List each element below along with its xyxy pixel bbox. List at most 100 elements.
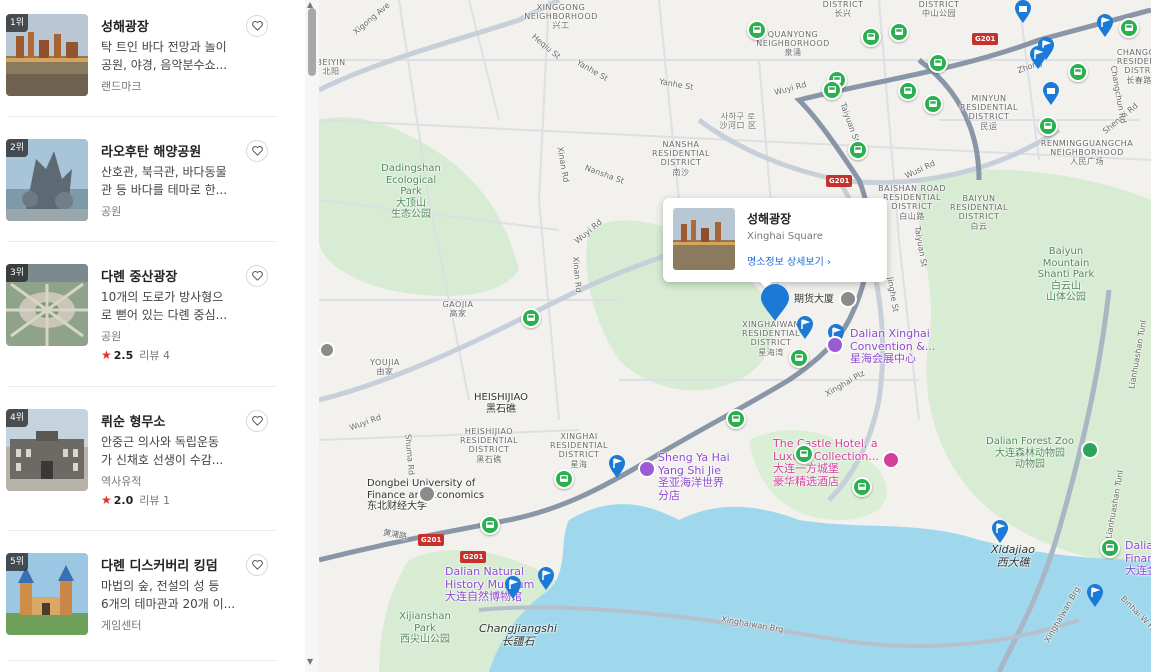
attraction-flag-pin-icon[interactable] — [608, 455, 626, 479]
sidebar-scrollbar[interactable]: ▲ ▼ — [305, 0, 319, 672]
bus-icon — [1044, 122, 1052, 129]
transit-pin[interactable] — [861, 27, 881, 47]
attraction-flag-pin-icon[interactable] — [1086, 584, 1104, 608]
popup-title: 성해광장 — [747, 212, 792, 226]
aquarium-icon[interactable] — [638, 460, 656, 478]
details-link[interactable]: 명소정보 상세보기 › — [747, 253, 831, 268]
attraction-flag-pin-icon[interactable] — [1029, 46, 1047, 70]
transit-pin[interactable] — [1119, 18, 1139, 38]
attraction-flag-pin-icon[interactable] — [991, 520, 1009, 544]
attraction-category: 공원 — [101, 205, 122, 218]
heart-icon — [251, 146, 263, 156]
transit-pin[interactable] — [747, 20, 767, 40]
attraction-desc-line1: 탁 트인 바다 전망과 놀이 — [101, 40, 227, 54]
convention-icon[interactable] — [826, 336, 844, 354]
transit-pin[interactable] — [554, 469, 574, 489]
place-info-popup[interactable]: 성해광장 Xinghai Square 명소정보 상세보기 › — [663, 198, 887, 282]
park-label: Baiyun Mountain Shanti Park 白云山 山体公园 — [1037, 246, 1095, 303]
bus-icon — [867, 33, 875, 40]
list-item[interactable]: 2위 라오후탄 해양공원 산호관, 북극관, 바다동물 관 등 바다를 테마로 … — [0, 125, 290, 270]
list-item[interactable]: 1위 성해광장 탁 트인 바다 전망과 놀이 공원, 야경, 음악분수쇼... … — [0, 0, 290, 145]
attraction-flag-pin-icon[interactable] — [796, 316, 814, 340]
favorite-button[interactable] — [246, 15, 268, 37]
list-item[interactable]: 4위 뤼순 형무소 안중근 의사와 독립운동 가 신채호 선생이 수감... 역… — [0, 395, 290, 540]
shopping-pin-icon[interactable] — [1042, 82, 1060, 106]
bus-icon — [1074, 68, 1082, 75]
place-label: 期货大厦 — [794, 294, 834, 305]
district-label: DISTRICT 长兴 — [822, 0, 864, 19]
attraction-category: 랜드마크 — [101, 80, 142, 93]
bus-icon — [828, 86, 836, 93]
thumbnail-image: 4위 — [6, 409, 88, 491]
road-shield: G201 — [418, 534, 445, 546]
attraction-title[interactable]: 다롄 중산광장 — [101, 266, 177, 285]
zoo-paw-icon[interactable] — [1081, 441, 1099, 459]
thumbnail-image: 1위 — [6, 14, 88, 96]
building-poi-icon[interactable] — [839, 290, 857, 308]
favorite-button[interactable] — [246, 265, 268, 287]
attraction-desc-line2: 관 등 바다를 테마로 한... — [101, 183, 228, 197]
rank-badge: 3위 — [6, 264, 29, 282]
road-shield: G201 — [972, 33, 999, 45]
list-item[interactable]: 5위 다롄 디스커버리 킹덤 마법의 숲, 전설의 성 등 6개의 테마관과 2… — [0, 539, 290, 672]
transit-pin[interactable] — [521, 308, 541, 328]
list-item[interactable]: 3위 다롄 중산광장 10개의 도로가 방사형으 로 뻗어 있는 다롄 중심..… — [0, 250, 290, 395]
transit-pin[interactable] — [898, 81, 918, 101]
park-label: Xijianshan Park 西尖山公园 — [399, 611, 451, 645]
transit-pin[interactable] — [848, 140, 868, 160]
transit-pin[interactable] — [923, 94, 943, 114]
attraction-title[interactable]: 성해광장 — [101, 16, 149, 35]
map-canvas[interactable]: G201 G201 G201 G201 XINGGONG NEIGHBORHOO… — [319, 0, 1151, 672]
place-label: HEISHIJIAO 黑石礁 — [473, 392, 529, 415]
district-label: 사하구 로 沙河口 区 — [719, 112, 757, 131]
district-label: MINYUN RESIDENTIAL DISTRICT 民运 — [960, 94, 1018, 131]
selected-location-marker-icon[interactable] — [760, 284, 790, 322]
attraction-flag-pin-icon[interactable] — [537, 567, 555, 591]
park-label: Dalian Forest Zoo 大连森林动物园 动物园 — [986, 436, 1074, 470]
school-icon[interactable] — [418, 485, 436, 503]
transit-pin[interactable] — [480, 515, 500, 535]
bus-icon — [527, 314, 535, 321]
transit-pin[interactable] — [726, 409, 746, 429]
hotel-icon[interactable] — [882, 451, 900, 469]
attraction-flag-pin-icon[interactable] — [1096, 14, 1114, 38]
transit-pin[interactable] — [1068, 62, 1088, 82]
poi-label[interactable]: Sheng Ya Hai Yang Shi Jie 圣亚海洋世界 分店 — [658, 451, 730, 503]
poi-label[interactable]: Dalia Finan 大连金 — [1125, 539, 1151, 578]
attraction-desc-line1: 마법의 숲, 전설의 성 등 — [101, 579, 220, 593]
bus-icon — [929, 100, 937, 107]
divider — [8, 660, 276, 661]
shopping-pin-icon[interactable] — [1014, 0, 1032, 24]
bus-icon — [854, 146, 862, 153]
transit-pin[interactable] — [794, 444, 814, 464]
rating-row: ★ 2.5 리뷰 4 — [101, 347, 170, 363]
bus-icon — [895, 28, 903, 35]
attraction-flag-pin-icon[interactable] — [504, 576, 522, 600]
divider — [8, 241, 276, 242]
transit-pin[interactable] — [889, 22, 909, 42]
divider — [8, 530, 276, 531]
transit-pin[interactable] — [928, 53, 948, 73]
favorite-button[interactable] — [246, 140, 268, 162]
transit-pin[interactable] — [1100, 538, 1120, 558]
star-icon: ★ — [101, 493, 112, 507]
place-label: BEIYIN 北阳 — [319, 58, 346, 77]
attraction-title[interactable]: 라오후탄 해양공원 — [101, 141, 201, 160]
transit-pin[interactable] — [789, 348, 809, 368]
scrollbar-thumb[interactable] — [308, 8, 316, 76]
app-root: 1위 성해광장 탁 트인 바다 전망과 놀이 공원, 야경, 음악분수쇼... … — [0, 0, 1151, 672]
rank-badge: 5위 — [6, 553, 29, 571]
district-label: YOUJIA 由家 — [370, 358, 400, 377]
scroll-down-arrow-icon[interactable]: ▼ — [307, 657, 313, 666]
attraction-title[interactable]: 뤼순 형무소 — [101, 411, 165, 430]
transit-pin[interactable] — [852, 477, 872, 497]
transit-pin[interactable] — [1038, 116, 1058, 136]
attraction-title[interactable]: 다롄 디스커버리 킹덤 — [101, 555, 218, 574]
poi-label[interactable]: Dalian Xinghai Convention &... 星海会展中心 — [850, 327, 935, 366]
building-poi-icon[interactable] — [319, 342, 335, 358]
transit-pin[interactable] — [822, 80, 842, 100]
park-label: Dadingshan Ecological Park 大顶山 生态公园 — [381, 163, 441, 220]
favorite-button[interactable] — [246, 554, 268, 576]
attraction-desc-line2: 공원, 야경, 음악분수쇼... — [101, 58, 228, 72]
favorite-button[interactable] — [246, 410, 268, 432]
